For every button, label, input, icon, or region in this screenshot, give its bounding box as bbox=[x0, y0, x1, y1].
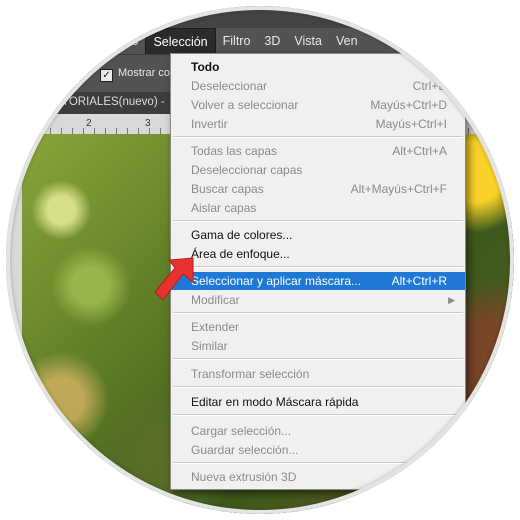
menu-separator bbox=[173, 386, 463, 388]
menu-option-shortcut: Alt+Ctrl+A bbox=[392, 144, 447, 158]
menu-option-area-de-enfoque[interactable]: Área de enfoque... bbox=[171, 245, 465, 263]
menu-bar: to Selección Filtro 3D Vista Ven bbox=[6, 27, 514, 55]
menu-option-label: Todas las capas bbox=[191, 144, 278, 158]
menu-option-cargar-seleccion[interactable]: Cargar selección... bbox=[171, 422, 465, 440]
menu-separator bbox=[173, 136, 463, 138]
menu-option-seleccionar-y-aplicar-mascara[interactable]: Seleccionar y aplicar máscara... Alt+Ctr… bbox=[171, 272, 465, 290]
menu-separator bbox=[173, 266, 463, 268]
menu-option-invertir[interactable]: Invertir Mayús+Ctrl+I bbox=[171, 115, 465, 133]
menu-option-label: Buscar capas bbox=[191, 182, 264, 196]
menu-option-nueva-extrusion-3d[interactable]: Nueva extrusión 3D bbox=[171, 468, 465, 486]
menu-option-label: Gama de colores... bbox=[191, 228, 293, 242]
menu-option-shortcut: Mayús+Ctrl+I bbox=[375, 117, 447, 131]
ruler-mark: 3 bbox=[145, 118, 151, 129]
menu-option-aislar-capas[interactable]: Aislar capas bbox=[171, 199, 465, 217]
show-option-checkbox[interactable]: ✓ bbox=[100, 69, 113, 82]
menu-option-volver-a-seleccionar[interactable]: Volver a seleccionar Mayús+Ctrl+D bbox=[171, 96, 465, 114]
menu-option-modificar[interactable]: Modificar ▶ bbox=[171, 291, 465, 309]
menu-separator bbox=[173, 462, 463, 464]
menu-option-label: Invertir bbox=[191, 117, 228, 131]
show-option-label: Mostrar co bbox=[118, 67, 170, 79]
menu-option-label: Extender bbox=[191, 320, 240, 334]
menu-option-todo[interactable]: Todo Ctrl+A bbox=[171, 58, 493, 76]
menu-option-shortcut: Alt+Mayús+Ctrl+F bbox=[350, 182, 447, 196]
menu-option-shortcut: Mayús+Ctrl+D bbox=[370, 98, 447, 112]
menu-option-deseleccionar[interactable]: Deseleccionar Ctrl+D bbox=[171, 77, 465, 95]
menu-separator bbox=[173, 312, 463, 314]
menu-option-guardar-seleccion[interactable]: Guardar selección... bbox=[171, 441, 465, 459]
chevron-right-icon: ▶ bbox=[448, 295, 455, 305]
menu-option-label: Deseleccionar capas bbox=[191, 163, 303, 177]
ruler-mark: 2 bbox=[86, 118, 92, 129]
menu-option-label: Volver a seleccionar bbox=[191, 98, 299, 112]
menu-item-edicion[interactable]: to bbox=[6, 28, 145, 54]
menu-item-vista[interactable]: Vista bbox=[287, 28, 329, 54]
menu-option-shortcut: Ctrl+A bbox=[459, 60, 493, 74]
document-tab[interactable]: TORIALES(nuevo) - bbox=[62, 96, 165, 108]
menu-separator bbox=[173, 220, 463, 222]
menu-option-extender[interactable]: Extender bbox=[171, 318, 465, 336]
menu-option-transformar-seleccion[interactable]: Transformar selección bbox=[171, 365, 465, 383]
menu-option-todas-las-capas[interactable]: Todas las capas Alt+Ctrl+A bbox=[171, 142, 465, 160]
menu-separator bbox=[173, 358, 463, 360]
menu-option-label: Modificar bbox=[191, 293, 240, 307]
selection-menu-dropdown: Todo Ctrl+A Deseleccionar Ctrl+D Volver … bbox=[170, 53, 493, 490]
menu-option-editar-mascara-rapida[interactable]: Editar en modo Máscara rápida bbox=[171, 393, 465, 411]
menu-option-label: Aislar capas bbox=[191, 201, 257, 215]
menu-option-label: Transformar selección bbox=[191, 367, 310, 381]
menu-option-label: Editar en modo Máscara rápida bbox=[191, 395, 359, 409]
menu-option-buscar-capas[interactable]: Buscar capas Alt+Mayús+Ctrl+F bbox=[171, 180, 465, 198]
menu-option-label: Deseleccionar bbox=[191, 79, 268, 93]
menu-option-shortcut: Ctrl+D bbox=[412, 79, 447, 93]
menu-option-label: Guardar selección... bbox=[191, 443, 299, 457]
menu-option-label: Similar bbox=[191, 339, 228, 353]
menu-item-seleccion[interactable]: Selección bbox=[145, 27, 216, 55]
menu-item-filtro[interactable]: Filtro bbox=[216, 28, 258, 54]
menu-option-label: Todo bbox=[191, 60, 220, 74]
screenshot-circle-frame: to Selección Filtro 3D Vista Ven ✓ Mostr… bbox=[6, 6, 514, 514]
menu-option-shortcut: Alt+Ctrl+R bbox=[391, 274, 447, 288]
vertical-ruler bbox=[6, 134, 22, 514]
menu-item-ventana[interactable]: Ven bbox=[329, 28, 365, 54]
menu-option-label: Cargar selección... bbox=[191, 424, 292, 438]
menu-option-deseleccionar-capas[interactable]: Deseleccionar capas bbox=[171, 161, 465, 179]
menu-option-gama-de-colores[interactable]: Gama de colores... bbox=[171, 226, 465, 244]
pointing-arrow-icon bbox=[154, 257, 194, 301]
menu-item-3d[interactable]: 3D bbox=[257, 28, 287, 54]
menu-option-label: Área de enfoque... bbox=[191, 247, 290, 261]
menu-separator bbox=[173, 414, 463, 416]
menu-option-similar[interactable]: Similar bbox=[171, 337, 465, 355]
menu-option-label: Nueva extrusión 3D bbox=[191, 470, 297, 484]
menu-option-label: Seleccionar y aplicar máscara... bbox=[191, 274, 362, 288]
